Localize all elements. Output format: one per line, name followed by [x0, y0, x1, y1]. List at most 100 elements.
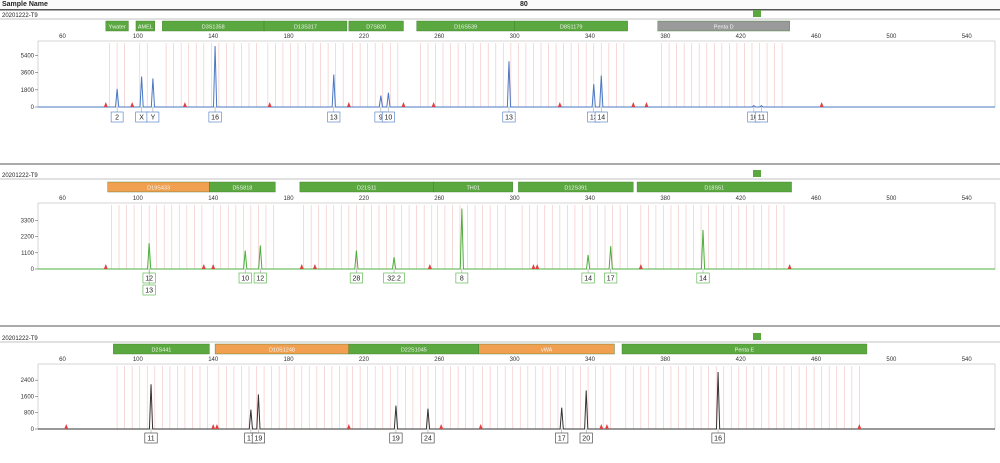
x-tick-label: 500 — [886, 196, 897, 202]
red-peak-mark — [312, 264, 317, 269]
y-tick-label: 3300 — [21, 218, 35, 224]
x-tick-label: 220 — [359, 196, 370, 202]
allele-label: 28 — [352, 276, 360, 283]
red-peak-mark — [431, 102, 436, 107]
x-tick-label: 460 — [811, 196, 822, 202]
red-peak-mark — [557, 102, 562, 107]
red-peak-mark — [439, 424, 444, 429]
marker-label: D3S1358 — [202, 25, 225, 31]
x-tick-label: 300 — [510, 34, 521, 40]
allele-label: 14 — [584, 276, 592, 283]
marker-label: Penta E — [735, 348, 755, 354]
allele-label: 16 — [211, 115, 219, 122]
red-peak-mark — [787, 264, 792, 269]
x-tick-label: 60 — [59, 34, 66, 40]
marker-label: Penta D — [714, 25, 734, 31]
red-peak-mark — [267, 102, 272, 107]
red-peak-mark — [604, 424, 609, 429]
marker-label: D5S818 — [232, 186, 252, 192]
allele-label: 20 — [582, 436, 590, 443]
x-tick-label: 140 — [208, 357, 219, 363]
allele-label: 19 — [392, 436, 400, 443]
y-tick-label: 0 — [31, 105, 35, 111]
y-tick-label: 3600 — [21, 71, 35, 77]
red-peak-mark — [531, 264, 536, 269]
scroll-indicator — [753, 170, 761, 177]
signal-trace — [38, 372, 995, 430]
x-tick-label: 340 — [585, 34, 596, 40]
red-peak-mark — [857, 424, 862, 429]
y-tick-label: 800 — [24, 411, 35, 417]
x-tick-label: 180 — [284, 34, 295, 40]
allele-label: 14 — [597, 115, 605, 122]
allele-label: 13 — [505, 115, 513, 122]
scroll-indicator — [753, 333, 761, 340]
red-peak-mark — [211, 264, 216, 269]
x-tick-label: 540 — [962, 357, 973, 363]
allele-label: 8 — [460, 276, 464, 283]
y-tick-label: 0 — [31, 427, 35, 433]
x-tick-label: 380 — [660, 34, 671, 40]
x-tick-label: 100 — [133, 34, 144, 40]
allele-label: 10 — [241, 276, 249, 283]
y-tick-label: 1800 — [21, 88, 35, 94]
allele-label: 24 — [424, 436, 432, 443]
marker-label: D22S1045 — [401, 348, 427, 354]
x-tick-label: 460 — [811, 357, 822, 363]
sample-label: 20201222-T9 — [2, 173, 38, 179]
allele-label: 10 — [384, 115, 392, 122]
allele-label: 32.2 — [387, 276, 401, 283]
x-tick-label: 300 — [510, 357, 521, 363]
x-tick-label: 140 — [208, 34, 219, 40]
allele-label: 11 — [147, 436, 154, 443]
x-tick-label: 500 — [886, 357, 897, 363]
x-tick-label: 380 — [660, 357, 671, 363]
allele-label: 2 — [115, 115, 119, 122]
sample-label: 20201222-T9 — [2, 336, 38, 342]
red-peak-mark — [214, 424, 219, 429]
red-peak-mark — [211, 424, 216, 429]
x-tick-label: 180 — [284, 357, 295, 363]
signal-trace — [38, 208, 995, 270]
red-peak-mark — [182, 102, 187, 107]
plot-frame — [37, 40, 996, 108]
red-peak-mark — [130, 102, 135, 107]
red-peak-mark — [478, 424, 483, 429]
x-tick-label: 260 — [434, 196, 445, 202]
x-tick-label: 380 — [660, 196, 671, 202]
x-tick-label: 420 — [736, 196, 747, 202]
x-tick-label: 220 — [359, 357, 370, 363]
sample-label: 20201222-T9 — [2, 13, 38, 19]
x-tick-label: 100 — [133, 196, 144, 202]
red-peak-mark — [535, 264, 540, 269]
x-tick-label: 420 — [736, 357, 747, 363]
y-tick-label: 0 — [31, 267, 35, 273]
marker-label: D2S441 — [151, 348, 171, 354]
marker-label: Ywater — [109, 25, 126, 31]
marker-label: D13S317 — [294, 25, 317, 31]
y-tick-label: 1600 — [21, 394, 35, 400]
x-tick-label: 340 — [585, 357, 596, 363]
allele-label: 11 — [758, 115, 765, 122]
red-peak-mark — [638, 264, 643, 269]
x-tick-label: 140 — [208, 196, 219, 202]
x-tick-label: 420 — [736, 34, 747, 40]
marker-label: D21S11 — [357, 186, 376, 192]
allele-label: 14 — [699, 276, 707, 283]
allele-label: 12 — [256, 276, 264, 283]
panel-blue: 20201222-T9 Ywater AMEL D3S1358 D13S317 D7S82… — [0, 9, 1000, 123]
marker-label: D7S820 — [366, 25, 386, 31]
red-peak-mark — [299, 264, 304, 269]
red-peak-mark — [401, 102, 406, 107]
allele-label: 13 — [145, 288, 153, 295]
allele-label: 13 — [330, 115, 338, 122]
x-tick-label: 180 — [284, 196, 295, 202]
marker-label: TH01 — [466, 186, 479, 192]
y-tick-label: 1100 — [21, 251, 35, 257]
red-peak-mark — [103, 102, 108, 107]
allele-label: 19 — [255, 436, 263, 443]
y-tick-label: 2400 — [21, 378, 35, 384]
allele-label: Y — [151, 115, 156, 122]
scroll-indicator — [753, 10, 761, 17]
x-tick-label: 60 — [59, 196, 66, 202]
